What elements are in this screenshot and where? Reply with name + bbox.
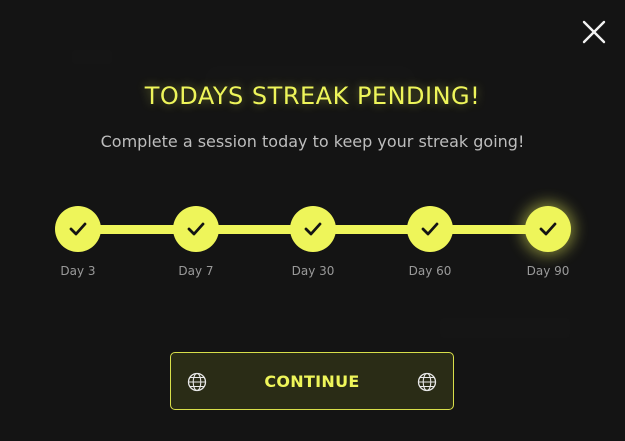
- close-button[interactable]: [580, 18, 608, 46]
- milestone-day-90: [525, 206, 571, 252]
- close-icon: [582, 20, 606, 44]
- app-background: TODAYS STREAK PENDING! Complete a sessio…: [0, 0, 625, 441]
- check-icon: [421, 222, 439, 236]
- check-icon: [539, 222, 557, 236]
- check-icon: [187, 222, 205, 236]
- modal-subtitle: Complete a session today to keep your st…: [100, 132, 525, 151]
- check-icon: [304, 222, 322, 236]
- streak-modal: TODAYS STREAK PENDING! Complete a sessio…: [0, 0, 625, 441]
- check-icon: [69, 222, 87, 236]
- milestone-day-30: [290, 206, 336, 252]
- continue-button[interactable]: CONTINUE: [170, 352, 454, 410]
- milestone-day-3: [55, 206, 101, 252]
- milestone-label: Day 7: [178, 264, 214, 278]
- milestone-label: Day 3: [60, 264, 96, 278]
- milestone-label: Day 30: [291, 264, 335, 278]
- globe-icon: [187, 372, 207, 392]
- modal-title: TODAYS STREAK PENDING!: [144, 82, 481, 110]
- milestone-label: Day 90: [526, 264, 570, 278]
- milestone-label: Day 60: [408, 264, 452, 278]
- milestone-day-7: [173, 206, 219, 252]
- continue-label: CONTINUE: [264, 371, 360, 391]
- globe-icon: [417, 372, 437, 392]
- milestone-day-60: [407, 206, 453, 252]
